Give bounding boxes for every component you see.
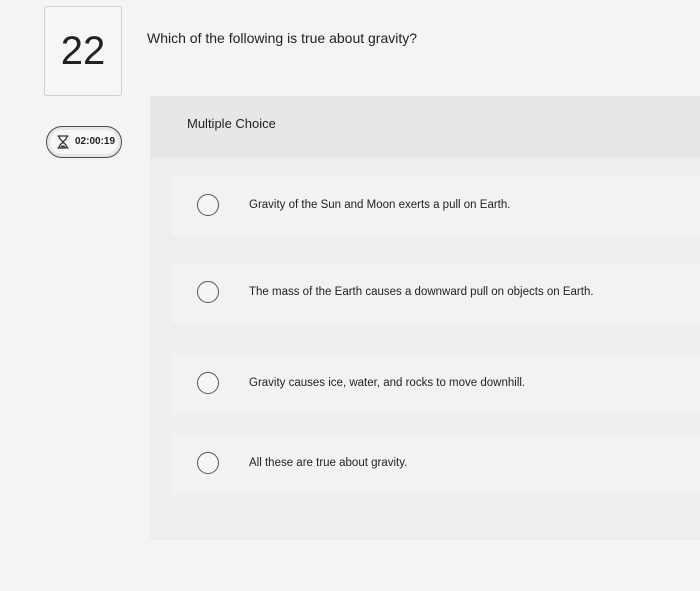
timer-text: 02:00:19 <box>75 136 116 147</box>
answer-panel: Multiple Choice Gravity of the Sun and M… <box>150 96 700 540</box>
answer-option-label: The mass of the Earth causes a downward … <box>249 286 594 298</box>
panel-header: Multiple Choice <box>150 96 700 158</box>
answer-option[interactable]: Gravity of the Sun and Moon exerts a pul… <box>172 176 700 236</box>
answer-option-label: Gravity causes ice, water, and rocks to … <box>249 377 526 389</box>
question-type-label: Multiple Choice <box>187 116 276 131</box>
question-number: 22 <box>60 29 106 73</box>
answer-option[interactable]: The mass of the Earth causes a downward … <box>172 263 700 323</box>
hourglass-icon <box>57 135 69 149</box>
quiz-page: 22 02:00:19 Which of the following is tr… <box>0 0 700 591</box>
answer-option-label: Gravity of the Sun and Moon exerts a pul… <box>249 199 511 211</box>
answer-option-label: All these are true about gravity. <box>249 457 408 469</box>
question-text: Which of the following is true about gra… <box>147 30 418 46</box>
answer-option[interactable]: All these are true about gravity. <box>172 434 700 494</box>
radio-button[interactable] <box>197 281 219 303</box>
timer-badge: 02:00:19 <box>46 126 122 158</box>
question-number-box: 22 <box>44 6 122 96</box>
radio-button[interactable] <box>197 372 219 394</box>
radio-button[interactable] <box>197 452 219 474</box>
radio-button[interactable] <box>197 194 219 216</box>
answer-option[interactable]: Gravity causes ice, water, and rocks to … <box>172 354 700 414</box>
